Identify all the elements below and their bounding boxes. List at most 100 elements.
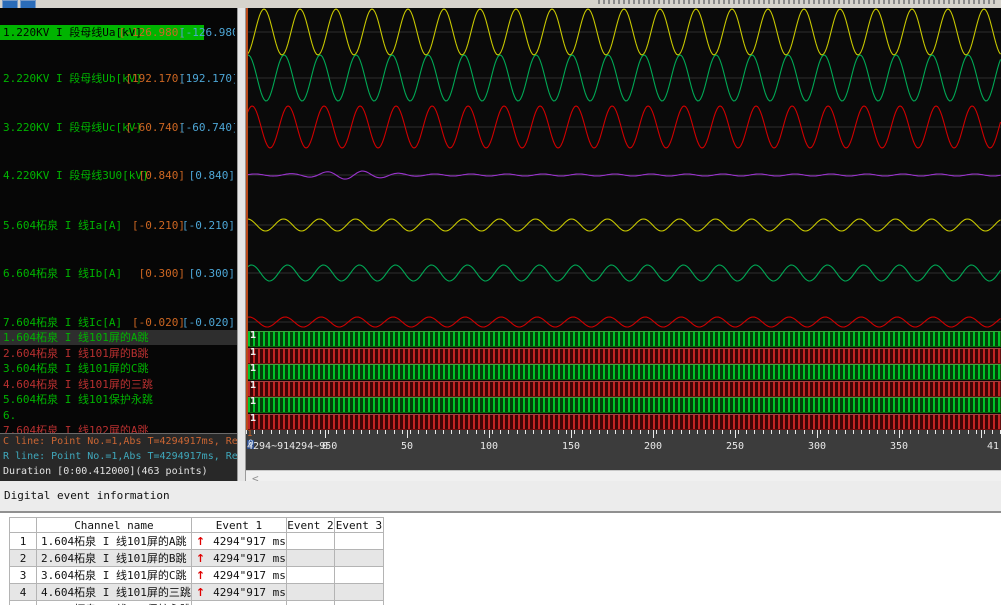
axis-major-tick [981, 430, 982, 438]
toolbar [0, 0, 1001, 8]
axis-minor-tick [910, 430, 911, 434]
axis-minor-tick [697, 430, 698, 434]
event-table-row[interactable]: 11.604柘泉 I 线101屏的A跳↑4294"917 ms [10, 533, 384, 550]
axis-minor-tick [402, 430, 403, 434]
digital-channel-row[interactable]: 6. [0, 408, 237, 423]
digital-channel-row[interactable]: 3.604柘泉 I 线101屏的C跳 [0, 361, 237, 376]
axis-minor-tick [303, 430, 304, 434]
event-1-cell: ↑4294"917 ms [191, 584, 286, 601]
digital-trace-panel[interactable]: 111111 [246, 330, 1001, 430]
analog-channel-row[interactable]: 4.220KV I 段母线3U0[kV][0.840][0.840] [0, 168, 237, 183]
digital-channel-row[interactable]: 1.604柘泉 I 线101屏的A跳 [0, 330, 237, 345]
axis-minor-tick [672, 430, 673, 434]
axis-minor-tick [877, 430, 878, 434]
c-line-cursor[interactable] [246, 8, 248, 470]
event-2-cell [286, 550, 334, 567]
cursor-value: [-126.980] [119, 25, 185, 40]
event-1-time: 4294"917 ms [213, 535, 286, 548]
axis-minor-tick [492, 430, 493, 434]
event-section-title: Digital event information [0, 481, 1001, 511]
axis-minor-tick [615, 430, 616, 434]
event-table-header: Event 2 [286, 518, 334, 533]
axis-tick-label: 100 [480, 441, 498, 452]
analog-channel-row[interactable]: 5.604柘泉 I 线Ia[A][-0.210][-0.210] [0, 218, 237, 233]
event-table-header: Event 3 [334, 518, 383, 533]
digital-channel-row[interactable]: 4.604柘泉 I 线101屏的三跳 [0, 377, 237, 392]
axis-tick-label: 150 [562, 441, 580, 452]
axis-major-tick [489, 430, 490, 438]
axis-minor-tick [328, 430, 329, 434]
duration-status: Duration [0:00.412000](463 points) [0, 464, 237, 479]
event-1-time: 4294"917 ms [213, 552, 286, 565]
analog-channel-row[interactable]: 6.604柘泉 I 线Ib[A][0.300][0.300] [0, 266, 237, 281]
panel-splitter[interactable] [237, 8, 246, 486]
axis-minor-tick [902, 430, 903, 434]
axis-minor-tick [959, 430, 960, 434]
analog-channel-row[interactable]: 7.604柘泉 I 线Ic[A][-0.020][-0.020] [0, 315, 237, 330]
axis-minor-tick [533, 430, 534, 434]
axis-minor-tick [820, 430, 821, 434]
axis-minor-tick [312, 430, 313, 434]
axis-minor-tick [787, 430, 788, 434]
axis-minor-tick [418, 430, 419, 434]
event-table-row[interactable]: 22.604柘泉 I 线101屏的B跳↑4294"917 ms [10, 550, 384, 567]
digital-channel-row[interactable]: 2.604柘泉 I 线101屏的B跳 [0, 346, 237, 361]
cursor-value: [-0.020] [132, 315, 185, 330]
digital-state-value: 1 [250, 347, 256, 358]
axis-minor-tick [426, 430, 427, 434]
axis-minor-tick [771, 430, 772, 434]
analog-channel-row[interactable]: 3.220KV I 段母线Uc[kV][-60.740][-60.740] [0, 120, 237, 135]
digital-state-value: 1 [250, 413, 256, 424]
axis-major-tick [571, 430, 572, 438]
digital-state-bar: 1 [247, 331, 1001, 347]
event-1-cell: ↑4294"917 ms [191, 601, 286, 605]
axis-minor-tick [353, 430, 354, 434]
axis-minor-tick [640, 430, 641, 434]
event-3-cell [334, 584, 383, 601]
analog-channel-label: 6.604柘泉 I 线Ib[A] [0, 266, 122, 281]
axis-major-tick [817, 430, 818, 438]
axis-minor-tick [369, 430, 370, 434]
digital-channel-row[interactable]: 7.604柘泉 I 线102屏的A跳 [0, 423, 237, 433]
axis-minor-tick [254, 430, 255, 434]
event-3-cell [334, 601, 383, 605]
axis-minor-tick [713, 430, 714, 434]
cursor-value: [0.840] [139, 168, 185, 183]
axis-minor-tick [746, 430, 747, 434]
axis-minor-tick [599, 430, 600, 434]
axis-minor-tick [869, 430, 870, 434]
axis-minor-tick [525, 430, 526, 434]
reference-value: [0.300] [189, 266, 235, 281]
reference-value: [-0.020] [182, 315, 235, 330]
c-line-status: C line: Point No.=1,Abs T=4294917ms, Rel… [0, 434, 237, 449]
event-table-row[interactable]: 44.604柘泉 I 线101屏的三跳↑4294"917 ms [10, 584, 384, 601]
time-axis: 1 0 4294~914294~950050100150200250300350… [246, 430, 1001, 470]
event-1-cell: ↑4294"917 ms [191, 533, 286, 550]
axis-minor-tick [361, 430, 362, 434]
analog-label-list: 1.220KV I 段母线Ua[kV][-126.980][-126.980 2.… [0, 8, 237, 330]
axis-minor-tick [951, 430, 952, 434]
event-1-time: 4294"917 ms [213, 586, 286, 599]
axis-minor-tick [607, 430, 608, 434]
axis-minor-tick [861, 430, 862, 434]
event-table-row[interactable]: 33.604柘泉 I 线101屏的C跳↑4294"917 ms [10, 567, 384, 584]
axis-minor-tick [623, 430, 624, 434]
axis-minor-tick [968, 430, 969, 434]
axis-minor-tick [984, 430, 985, 434]
digital-state-value: 1 [250, 396, 256, 407]
event-row-number: 3 [10, 567, 37, 584]
event-channel-name: 2.604柘泉 I 线101屏的B跳 [37, 550, 192, 567]
waveform-plot[interactable] [246, 8, 1001, 330]
cursor-value: [-60.740] [125, 120, 185, 135]
axis-minor-tick [779, 430, 780, 434]
axis-minor-tick [377, 430, 378, 434]
analog-channel-row[interactable]: 1.220KV I 段母线Ua[kV][-126.980][-126.980 [0, 25, 237, 40]
event-row-number: 5 [10, 601, 37, 605]
analog-channel-row[interactable]: 2.220KV I 段母线Ub[kV][192.170][192.170] [0, 71, 237, 86]
digital-state-bar: 1 [247, 348, 1001, 364]
event-2-cell [286, 567, 334, 584]
digital-channel-row[interactable]: 5.604柘泉 I 线101保护永跳 [0, 392, 237, 407]
axis-major-tick [899, 430, 900, 438]
event-table-row[interactable]: 55.604柘泉 I 线101保护永跳↑4294"917 ms [10, 601, 384, 605]
event-table-panel: Channel nameEvent 1Event 2Event 3 11.604… [0, 513, 1001, 605]
